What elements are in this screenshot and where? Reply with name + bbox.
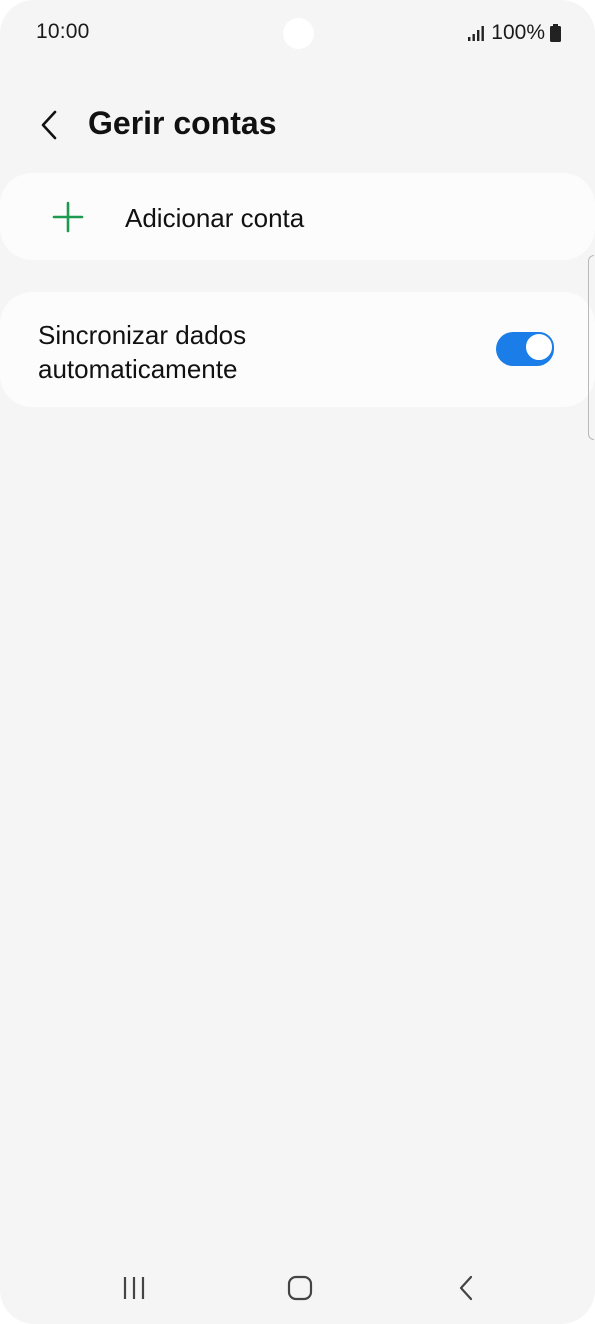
page-title: Gerir contas [88, 105, 277, 141]
back-arrow-icon [41, 110, 57, 140]
status-icons: 100% [468, 20, 561, 46]
battery-icon [550, 24, 561, 42]
home-button[interactable] [270, 1268, 330, 1308]
toggle-knob [524, 332, 554, 362]
back-button[interactable] [24, 100, 74, 150]
back-icon [459, 1275, 473, 1301]
phone-screen: 10:00 100% Gerir contas Adicionar conta … [0, 0, 595, 1324]
nav-back-button[interactable] [436, 1268, 496, 1308]
battery-percent: 100% [491, 21, 545, 44]
plus-icon [52, 201, 84, 233]
status-time: 10:00 [36, 20, 90, 43]
add-account-label: Adicionar conta [125, 203, 305, 233]
add-account-button[interactable]: Adicionar conta [0, 173, 595, 260]
camera-cutout [283, 18, 314, 49]
recent-apps-icon [123, 1277, 145, 1299]
app-bar: Gerir contas [0, 90, 595, 160]
signal-icon [468, 26, 485, 41]
home-icon [287, 1275, 313, 1301]
scroll-indicator[interactable] [588, 255, 594, 440]
status-bar: 10:00 100% [0, 0, 595, 66]
navigation-bar [0, 1250, 595, 1324]
sync-setting-row[interactable]: Sincronizar dados automaticamente [0, 292, 595, 407]
recent-apps-button[interactable] [104, 1268, 164, 1308]
sync-toggle[interactable] [496, 332, 554, 366]
sync-label: Sincronizar dados automaticamente [38, 320, 247, 384]
